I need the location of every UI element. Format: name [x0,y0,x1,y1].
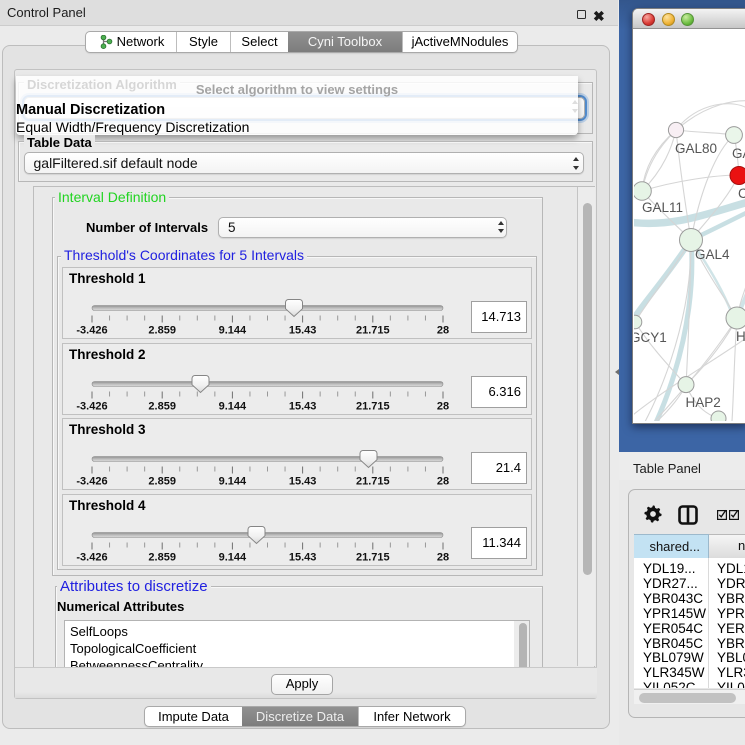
svg-text:21.715: 21.715 [356,551,390,563]
svg-text:15.43: 15.43 [289,400,317,412]
svg-text:21.715: 21.715 [356,400,390,412]
svg-text:28: 28 [437,400,449,412]
svg-text:9.144: 9.144 [219,476,247,488]
svg-text:HAP2: HAP2 [686,395,721,410]
svg-text:-3.426: -3.426 [76,476,107,488]
svg-text:GAL80: GAL80 [675,141,717,156]
svg-text:2.859: 2.859 [148,325,176,337]
svg-text:2.859: 2.859 [148,476,176,488]
svg-text:-3.426: -3.426 [76,400,107,412]
svg-text:28: 28 [437,325,449,337]
svg-text:C: C [738,186,745,201]
svg-text:GAL11: GAL11 [642,200,683,215]
svg-text:28: 28 [437,551,449,563]
svg-text:-3.426: -3.426 [76,325,107,337]
svg-text:21.715: 21.715 [356,325,390,337]
svg-text:15.43: 15.43 [289,325,317,337]
svg-text:2.859: 2.859 [148,400,176,412]
svg-text:2.859: 2.859 [148,551,176,563]
svg-text:15.43: 15.43 [289,476,317,488]
svg-text:28: 28 [437,476,449,488]
svg-text:9.144: 9.144 [219,400,247,412]
svg-text:GA: GA [732,146,745,161]
svg-text:21.715: 21.715 [356,476,390,488]
svg-text:9.144: 9.144 [219,551,247,563]
svg-text:GCY1: GCY1 [634,330,667,345]
svg-text:-3.426: -3.426 [76,551,107,563]
svg-text:H: H [736,329,745,344]
svg-text:15.43: 15.43 [289,551,317,563]
svg-text:9.144: 9.144 [219,325,247,337]
svg-text:GAL4: GAL4 [695,247,730,262]
